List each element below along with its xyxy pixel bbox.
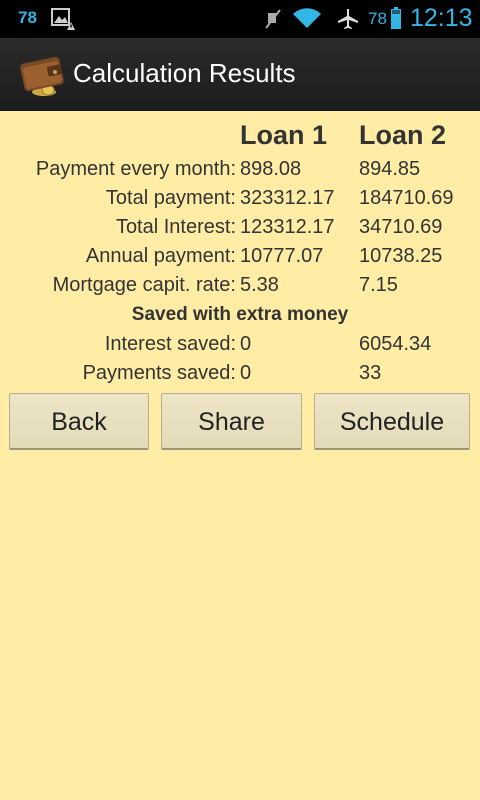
mute-icon — [265, 9, 281, 29]
loan1-header: Loan 1 — [240, 120, 328, 150]
back-button[interactable]: Back — [9, 393, 149, 450]
loan1-value: 5.38 — [240, 274, 279, 296]
loan2-header: Loan 2 — [359, 120, 447, 150]
loan2-value: 7.15 — [359, 274, 398, 296]
table-row: Total Interest: 123312.17 34710.69 — [0, 216, 480, 245]
battery-icon — [391, 7, 401, 29]
row-label: Interest saved: — [104, 333, 236, 355]
loan2-value: 894.85 — [359, 158, 421, 180]
loan2-value: 34710.69 — [359, 216, 443, 238]
table-row: Payment every month: 898.08 894.85 — [0, 158, 480, 187]
wifi-icon — [293, 8, 321, 28]
share-button[interactable]: Share — [161, 393, 302, 450]
table-row: Interest saved: 0 6054.34 — [0, 333, 480, 362]
row-label: Annual payment: — [85, 245, 236, 267]
screen-title: Calculation Results — [73, 58, 296, 88]
loan1-value: 10777.07 — [240, 245, 324, 267]
loan2-value: 10738.25 — [359, 245, 443, 267]
loan2-value: 33 — [359, 362, 382, 384]
loan1-value: 323312.17 — [240, 187, 335, 209]
table-row: Annual payment: 10777.07 10738.25 — [0, 245, 480, 274]
notification-count: 78 — [18, 8, 37, 27]
status-bar: 78 78 12:13 — [0, 0, 480, 38]
loan1-value: 898.08 — [240, 158, 302, 180]
section-title: Saved with extra money — [131, 304, 349, 325]
row-label: Total payment: — [105, 187, 236, 209]
table-row: Payments saved: 0 33 — [0, 362, 480, 391]
clock: 12:13 — [410, 4, 473, 32]
loan2-value: 184710.69 — [359, 187, 454, 209]
action-bar: Calculation Results — [0, 38, 480, 111]
loan1-value: 0 — [240, 333, 252, 355]
picture-warning-icon — [51, 8, 75, 30]
loan1-value: 123312.17 — [240, 216, 335, 238]
row-label: Payment every month: — [35, 158, 236, 180]
row-label: Mortgage capit. rate: — [52, 274, 236, 296]
table-row: Mortgage capit. rate: 5.38 7.15 — [0, 274, 480, 303]
schedule-button[interactable]: Schedule — [314, 393, 470, 450]
battery-level: 78 — [368, 9, 387, 28]
loan1-value: 0 — [240, 362, 252, 384]
loan2-value: 6054.34 — [359, 333, 432, 355]
row-label: Payments saved: — [82, 362, 236, 384]
airplane-icon — [338, 9, 358, 29]
table-row: Total payment: 323312.17 184710.69 — [0, 187, 480, 216]
wallet-icon[interactable] — [18, 52, 68, 98]
row-label: Total Interest: — [115, 216, 236, 238]
